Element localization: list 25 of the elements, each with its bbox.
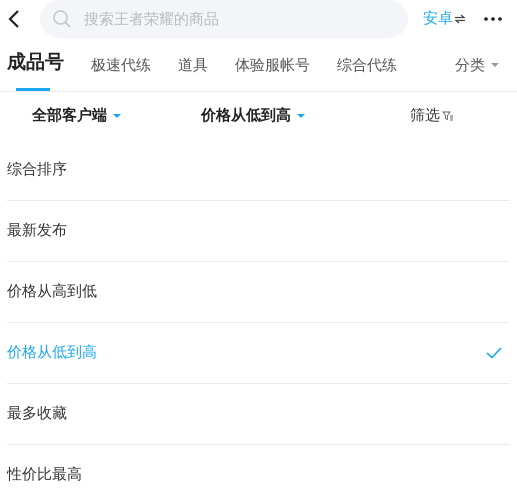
category-tab[interactable]: 成品号 [7,48,64,91]
caret-icon [297,114,305,118]
search-field[interactable]: 搜索王者荣耀的商品 [40,0,408,38]
caret-icon [491,63,499,68]
category-tab[interactable]: 体验服帐号 [235,54,310,91]
caret-icon [113,114,121,118]
sort-option[interactable]: 价格从高到低 [7,262,510,323]
sort-option[interactable]: 最多收藏 [7,384,510,445]
more-icon[interactable] [483,16,503,22]
check-icon [486,347,502,359]
sort-option[interactable]: 最新发布 [7,201,510,262]
category-tab[interactable]: 道具 [178,54,208,91]
category-tab[interactable]: 极速代练 [91,54,151,91]
category-dropdown[interactable]: 分类 [455,54,499,77]
sort-dropdown[interactable]: 价格从低到高 [201,104,305,128]
sort-option[interactable]: 性价比最高 [7,445,510,494]
tab-indicator [16,88,50,91]
category-tab[interactable]: 综合代练 [337,54,397,91]
sort-option[interactable]: 综合排序 [7,140,510,201]
filter-icon [442,111,454,121]
sort-dropdown[interactable]: 全部客户端 [32,104,201,128]
back-icon[interactable] [6,9,22,29]
swap-icon [454,14,466,24]
search-icon [52,9,72,29]
filter-button[interactable]: 筛选 [410,104,454,128]
